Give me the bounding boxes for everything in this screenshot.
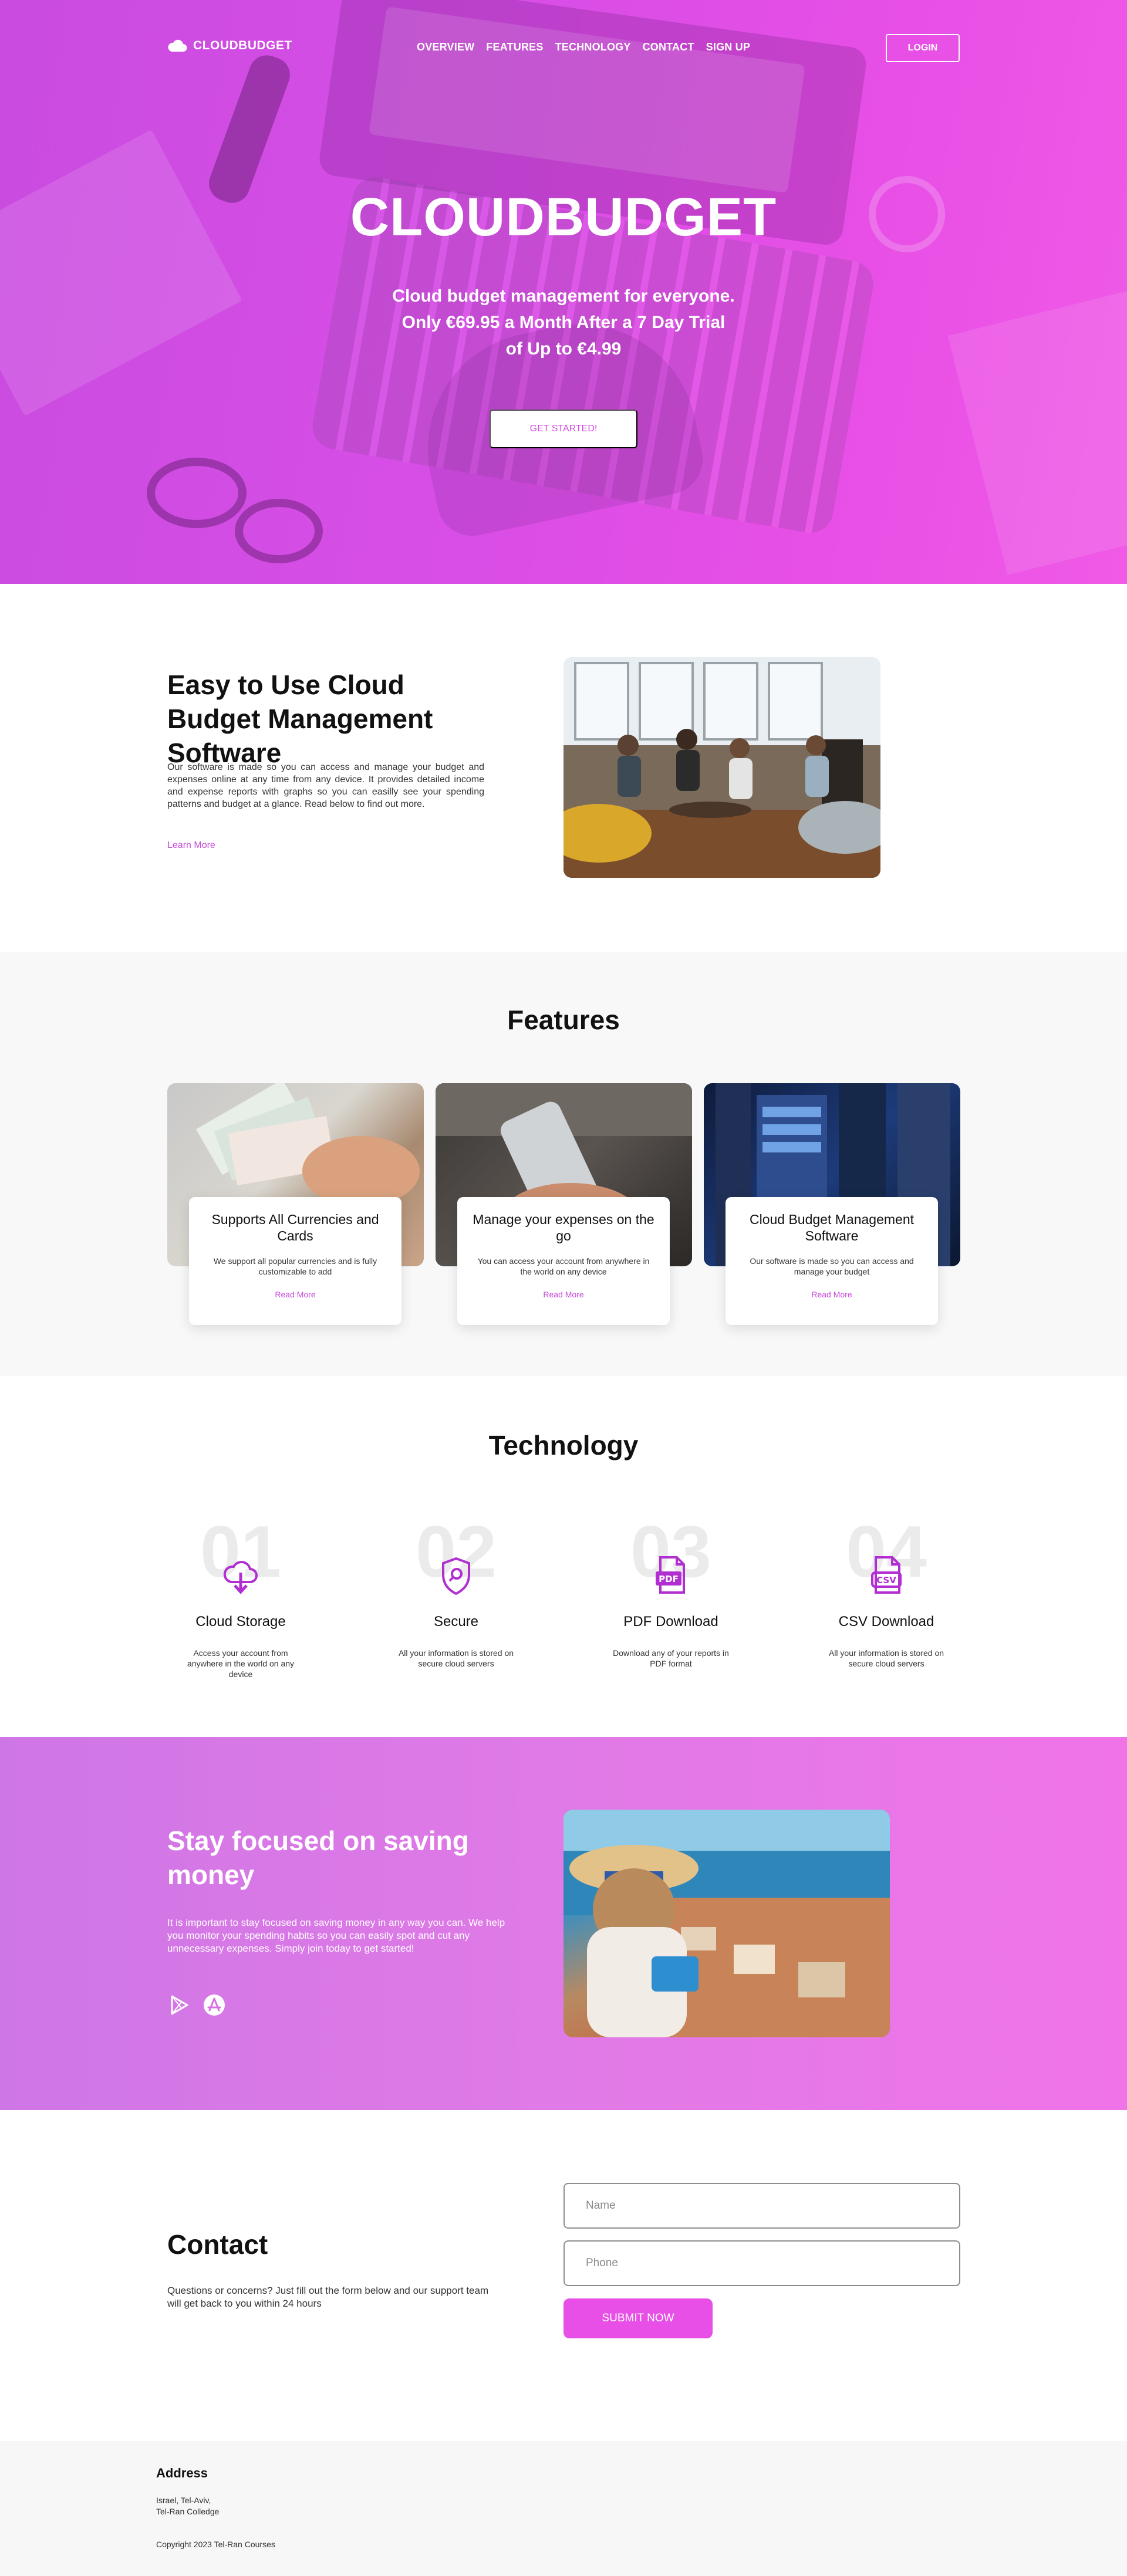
svg-text:CSV: CSV	[876, 1575, 896, 1586]
hero-background-glasses	[235, 499, 323, 563]
tech-title: CSV Download	[838, 1614, 934, 1630]
app-store-icon[interactable]	[203, 1993, 226, 2017]
nav-menu: OVERVIEW FEATURES TECHNOLOGY CONTACT SIG…	[417, 41, 750, 53]
tech-title: Cloud Storage	[195, 1614, 286, 1630]
hero-title: CLOUDBUDGET	[350, 187, 777, 247]
logo-text: CLOUDBUDGET	[193, 39, 292, 52]
login-button[interactable]: LOGIN	[886, 34, 960, 62]
traveler-photo	[564, 1810, 890, 2037]
tech-text: All your information is stored on secure…	[398, 1648, 514, 1668]
get-started-button[interactable]: GET STARTED!	[490, 410, 637, 448]
nav-item-technology[interactable]: TECHNOLOGY	[555, 41, 631, 53]
csv-file-icon: CSV	[871, 1556, 902, 1594]
footer-address-line: Israel, Tel-Aviv,	[156, 2496, 211, 2505]
shield-search-icon	[442, 1557, 470, 1595]
feature-card-text: We support all popular currencies and is…	[213, 1256, 377, 1276]
logo[interactable]: CLOUDBUDGET	[167, 39, 292, 53]
saving-text: It is important to stay focused on savin…	[167, 1917, 505, 1954]
pdf-file-icon: PDF	[656, 1556, 685, 1594]
page: CLOUDBUDGET OVERVIEW FEATURES TECHNOLOGY…	[0, 0, 1127, 2576]
contact-title: Contact	[167, 2229, 268, 2260]
saving-title: Stay focused on saving money	[167, 1825, 469, 1890]
top-navigation: CLOUDBUDGET OVERVIEW FEATURES TECHNOLOGY…	[0, 34, 1127, 62]
footer-address: Israel, Tel-Aviv, Tel-Ran Colledge	[156, 2495, 219, 2517]
cloud-download-icon	[223, 1560, 258, 1594]
about-text: Our software is made so you can access a…	[167, 762, 484, 809]
name-input[interactable]	[564, 2183, 960, 2229]
hero-section: CLOUDBUDGET OVERVIEW FEATURES TECHNOLOGY…	[0, 0, 1127, 584]
tech-title: Secure	[433, 1614, 479, 1630]
hero-subtitle-line: of Up to €4.99	[505, 339, 622, 359]
cloud-icon	[168, 39, 187, 52]
footer-address-heading: Address	[156, 2466, 208, 2480]
hero-background-notebook	[0, 129, 242, 417]
read-more-link[interactable]: Read More	[204, 1290, 386, 1299]
submit-button[interactable]: SUBMIT NOW	[564, 2298, 713, 2338]
feature-card-title: Cloud Budget Management Software	[749, 1212, 915, 1243]
read-more-link[interactable]: Read More	[473, 1290, 654, 1299]
tech-title: PDF Download	[623, 1614, 718, 1630]
technology-title: Technology	[488, 1430, 639, 1461]
learn-more-link[interactable]: Learn More	[167, 840, 215, 851]
read-more-link[interactable]: Read More	[741, 1290, 923, 1299]
tech-text: All your information is stored on secure…	[828, 1648, 944, 1668]
about-title: Easy to Use Cloud Budget Management Soft…	[167, 670, 433, 768]
svg-text:PDF: PDF	[659, 1574, 679, 1584]
traveler-photo-illustration	[564, 1810, 890, 2037]
feature-card-text: Our software is made so you can access a…	[750, 1256, 914, 1276]
tech-text: Access your account from anywhere in the…	[187, 1648, 295, 1679]
footer: Address Israel, Tel-Aviv, Tel-Ran Colled…	[0, 2441, 1127, 2576]
feature-card-text: You can access your account from anywher…	[477, 1256, 650, 1276]
hero-background-glasses	[147, 458, 247, 528]
feature-card: Supports All Currencies and Cards We sup…	[189, 1197, 401, 1325]
feature-card: Manage your expenses on the go You can a…	[457, 1197, 670, 1325]
hero-subtitle-line: Only €69.95 a Month After a 7 Day Trial	[401, 313, 726, 332]
nav-item-features[interactable]: FEATURES	[486, 41, 543, 53]
hero-subtitle-line: Cloud budget management for everyone.	[392, 286, 735, 306]
nav-item-overview[interactable]: OVERVIEW	[417, 41, 474, 53]
team-photo-illustration	[564, 657, 880, 878]
hero-background-scissors	[204, 50, 295, 208]
team-photo	[564, 657, 880, 878]
feature-card: Cloud Budget Management Software Our sof…	[726, 1197, 938, 1325]
footer-copyright: Copyright 2023 Tel-Ran Courses	[156, 2540, 275, 2549]
google-play-icon[interactable]	[167, 1993, 191, 2017]
phone-input[interactable]	[564, 2240, 960, 2286]
feature-card-title: Manage your expenses on the go	[473, 1212, 654, 1243]
nav-item-contact[interactable]: CONTACT	[643, 41, 694, 53]
footer-address-line: Tel-Ran Colledge	[156, 2507, 220, 2516]
feature-card-title: Supports All Currencies and Cards	[211, 1212, 379, 1243]
nav-item-sign-up[interactable]: SIGN UP	[706, 41, 750, 53]
tech-text: Download any of your reports in PDF form…	[613, 1648, 729, 1668]
features-title: Features	[507, 1005, 620, 1035]
contact-text: Questions or concerns? Just fill out the…	[167, 2285, 489, 2309]
